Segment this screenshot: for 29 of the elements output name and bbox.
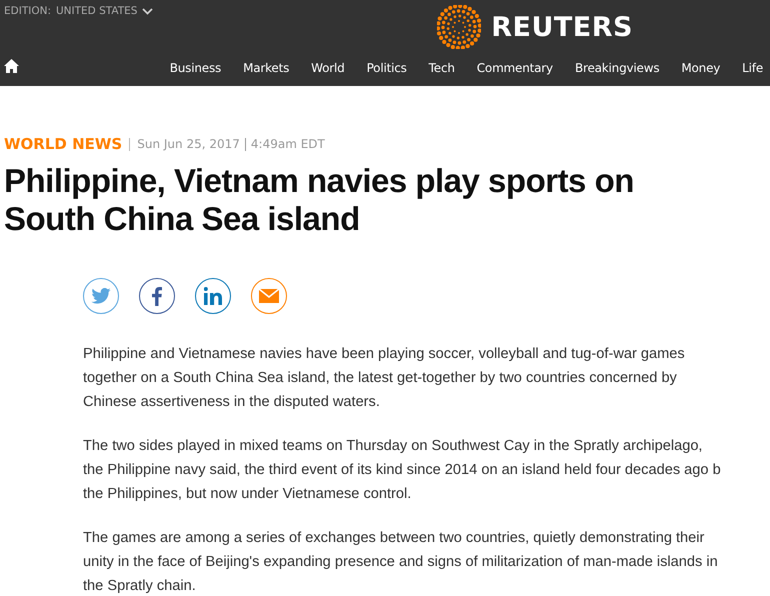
nav-link[interactable]: Money: [670, 61, 732, 75]
nav-link[interactable]: Business: [158, 61, 232, 75]
logo-wordmark[interactable]: REUTERS: [491, 12, 633, 42]
f-letter-icon: [152, 286, 162, 306]
bird-icon: [91, 288, 111, 304]
paragraph: Philippine and Vietnamese navies have been playing soccer, volleyball and tug-of-war games together on a South China Sea island, the latest get-together by two countries concerned by Chinese assertiveness in the disputed waters.: [83, 345, 686, 412]
nav-link[interactable]: Commentary: [466, 61, 564, 75]
nav-link[interactable]: World: [300, 61, 356, 75]
paragraph: The two sides played in mixed teams on Thursday on Southwest Cay in the Spratly archipelago, the Philippine navy said, the third event of its kind since 2014 on an island held four decades ago b the Philippines, but now under Vietnamese control.: [83, 437, 722, 504]
logo-icon[interactable]: [437, 5, 482, 49]
chevron-down-icon[interactable]: [142, 8, 154, 14]
nav-link[interactable]: Breakingviews: [564, 61, 670, 75]
twitter-share-button[interactable]: [83, 278, 119, 314]
linkedin-share-button[interactable]: [195, 278, 231, 314]
nav-link[interactable]: Life: [731, 61, 770, 75]
home-icon[interactable]: [4, 59, 19, 73]
email-share-button[interactable]: [251, 278, 287, 314]
edition-label: EDITION:: [4, 5, 51, 17]
nav-link[interactable]: Markets: [232, 61, 300, 75]
in-letters-icon: [204, 287, 222, 305]
nav-link[interactable]: Politics: [356, 61, 418, 75]
nav-link[interactable]: Tech: [418, 61, 466, 75]
article-time: 4:49am EDT: [250, 137, 325, 151]
edition-selector[interactable]: UNITED STATES: [56, 5, 138, 17]
article-date: Sun Jun 25, 2017: [137, 137, 240, 151]
paragraph: The games are among a series of exchanges between two countries, quietly demonstrating their unity in the face of Beijing's expanding presence and signs of militarization of man-made islands in the Spratly chain.: [83, 529, 719, 596]
headline: Philippine, Vietnam navies play sports on South China Sea island: [4, 162, 635, 238]
envelope-icon: [259, 289, 279, 303]
facebook-share-button[interactable]: [139, 278, 175, 314]
